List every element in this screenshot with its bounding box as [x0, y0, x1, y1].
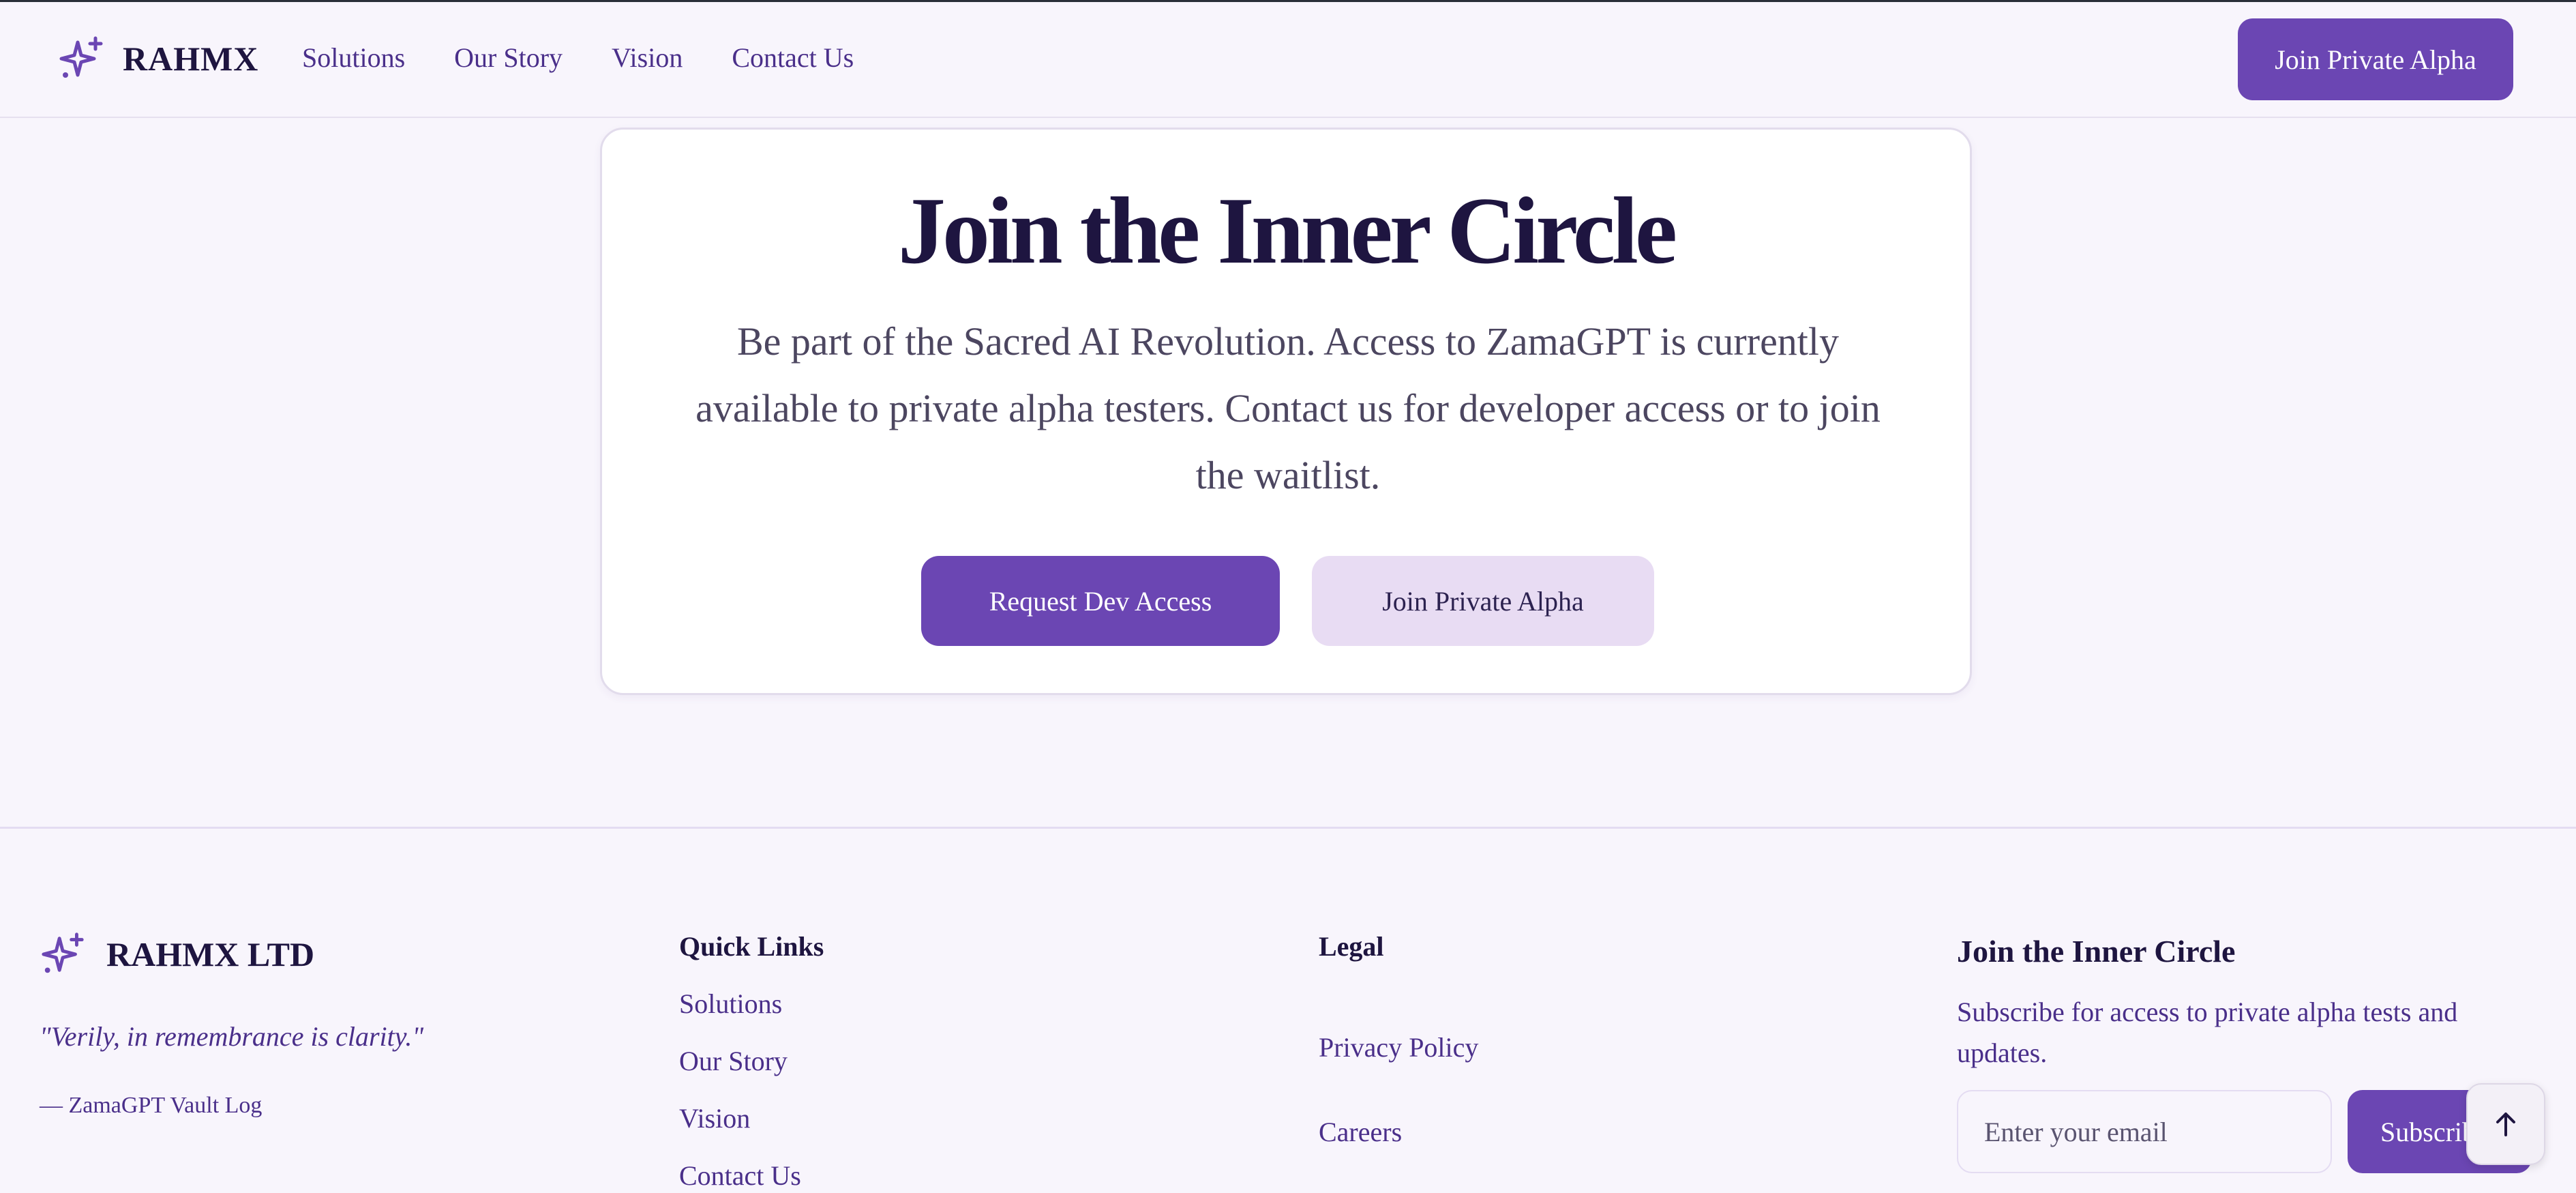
scroll-to-top-button[interactable] — [2466, 1083, 2545, 1165]
footer-link-careers[interactable]: Careers — [1319, 1116, 1402, 1148]
footer-divider — [0, 827, 2576, 829]
footer-link-contact-us[interactable]: Contact Us — [679, 1160, 801, 1192]
email-input[interactable] — [1957, 1090, 2332, 1173]
footer-link-our-story[interactable]: Our Story — [679, 1045, 788, 1077]
quick-links-heading: Quick Links — [679, 931, 824, 962]
request-dev-access-button[interactable]: Request Dev Access — [921, 556, 1280, 646]
nav-link-solutions[interactable]: Solutions — [302, 42, 405, 74]
footer-quote: "Verily, in remembrance is clarity." — [40, 1021, 424, 1052]
inner-circle-card: Join the Inner Circle Be part of the Sac… — [600, 128, 1972, 695]
join-private-alpha-button[interactable]: Join Private Alpha — [2238, 18, 2513, 100]
site-header: RAHMX Solutions Our Story Vision Contact… — [0, 2, 2576, 118]
footer-brand[interactable]: RAHMX LTD — [40, 930, 314, 978]
brand-name: RAHMX — [123, 40, 259, 78]
nav-link-vision[interactable]: Vision — [612, 42, 683, 74]
subscribe-description: Subscribe for access to private alpha te… — [1957, 997, 2458, 1068]
nav-link-our-story[interactable]: Our Story — [454, 42, 563, 74]
nav-link-contact-us[interactable]: Contact Us — [732, 42, 854, 74]
card-description: Be part of the Sacred AI Revolution. Acc… — [695, 319, 1881, 497]
footer-quote-source: — ZamaGPT Vault Log — [40, 1093, 263, 1118]
footer-link-solutions[interactable]: Solutions — [679, 988, 782, 1020]
join-private-alpha-secondary-button[interactable]: Join Private Alpha — [1312, 556, 1654, 646]
sparkles-icon — [59, 36, 103, 78]
footer-link-vision[interactable]: Vision — [679, 1102, 750, 1134]
main-nav: Solutions Our Story Vision Contact Us — [302, 42, 903, 74]
footer-brand-name: RAHMX LTD — [106, 935, 315, 973]
footer-link-privacy-policy[interactable]: Privacy Policy — [1319, 1031, 1478, 1063]
sparkles-icon — [42, 932, 84, 973]
brand-logo[interactable]: RAHMX — [57, 34, 258, 83]
legal-heading: Legal — [1319, 931, 1384, 962]
subscribe-heading: Join the Inner Circle — [1957, 934, 2236, 969]
arrow-up-icon — [2496, 1113, 2515, 1136]
card-title: Join the Inner Circle — [897, 178, 1677, 284]
